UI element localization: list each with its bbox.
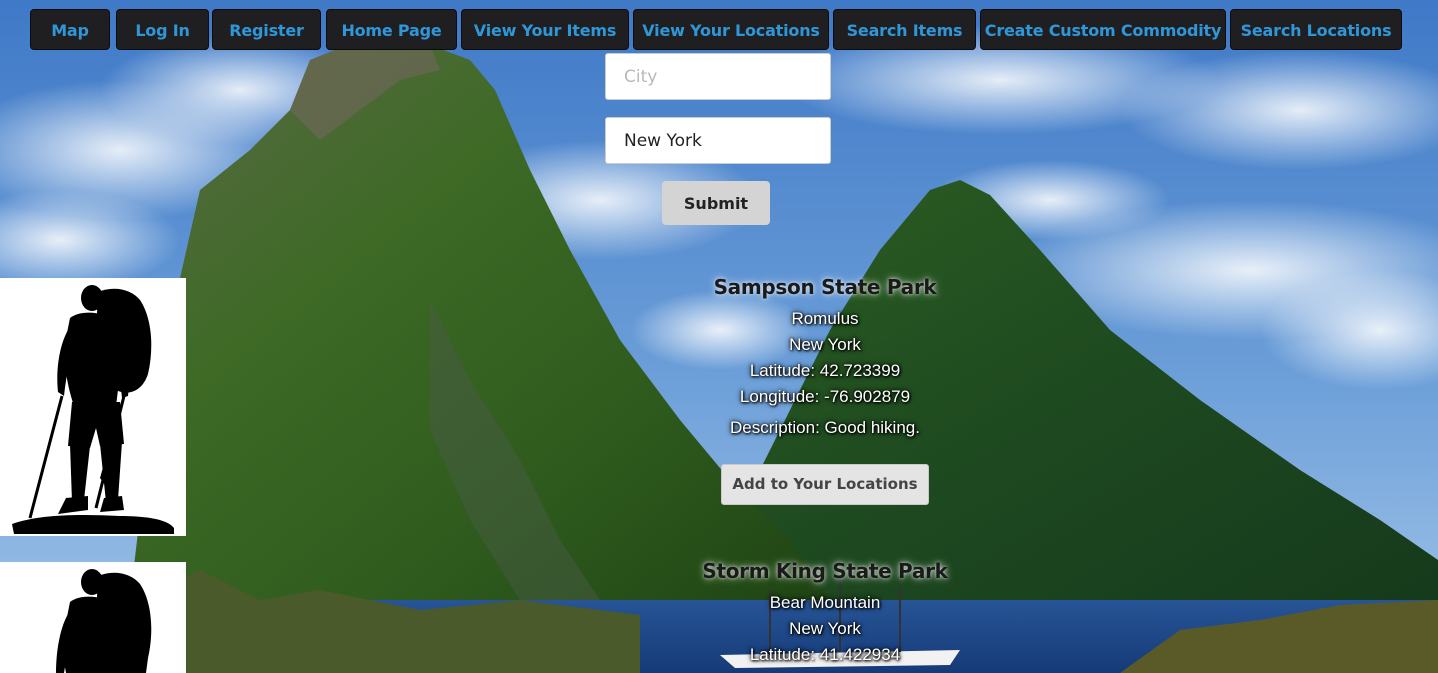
location-city: Bear Mountain [769, 593, 881, 612]
location-city: Romulus [791, 309, 859, 328]
hiker-silhouette-icon [0, 278, 186, 536]
nav-search-locations-button[interactable]: Search Locations [1230, 9, 1402, 50]
location-state: New York [789, 619, 861, 638]
hiker-silhouette-icon [0, 562, 186, 673]
state-input[interactable] [605, 117, 831, 164]
location-latitude: Latitude: 42.723399 [749, 361, 901, 380]
nav-home-page-button[interactable]: Home Page [326, 9, 457, 50]
submit-button[interactable]: Submit [662, 181, 770, 225]
location-name: Sampson State Park [713, 275, 937, 299]
location-result: Sampson State Park Romulus New York Lati… [625, 275, 1025, 505]
location-longitude: Longitude: -76.902879 [739, 387, 911, 406]
top-nav: Map Log In Register Home Page View Your … [0, 9, 1438, 50]
nav-register-button[interactable]: Register [212, 9, 321, 50]
nav-login-button[interactable]: Log In [116, 9, 209, 50]
nav-view-locations-button[interactable]: View Your Locations [633, 9, 829, 50]
nav-create-commodity-button[interactable]: Create Custom Commodity [980, 9, 1226, 50]
city-input[interactable] [605, 53, 831, 100]
location-description: Description: Good hiking. [730, 418, 920, 437]
location-latitude: Latitude: 41.422934 [749, 645, 901, 664]
location-name: Storm King State Park [702, 559, 948, 583]
location-result: Storm King State Park Bear Mountain New … [625, 559, 1025, 668]
nav-view-items-button[interactable]: View Your Items [461, 9, 629, 50]
location-state: New York [789, 335, 861, 354]
nav-map-button[interactable]: Map [30, 9, 110, 50]
add-to-locations-button[interactable]: Add to Your Locations [721, 464, 929, 505]
nav-search-items-button[interactable]: Search Items [833, 9, 976, 50]
